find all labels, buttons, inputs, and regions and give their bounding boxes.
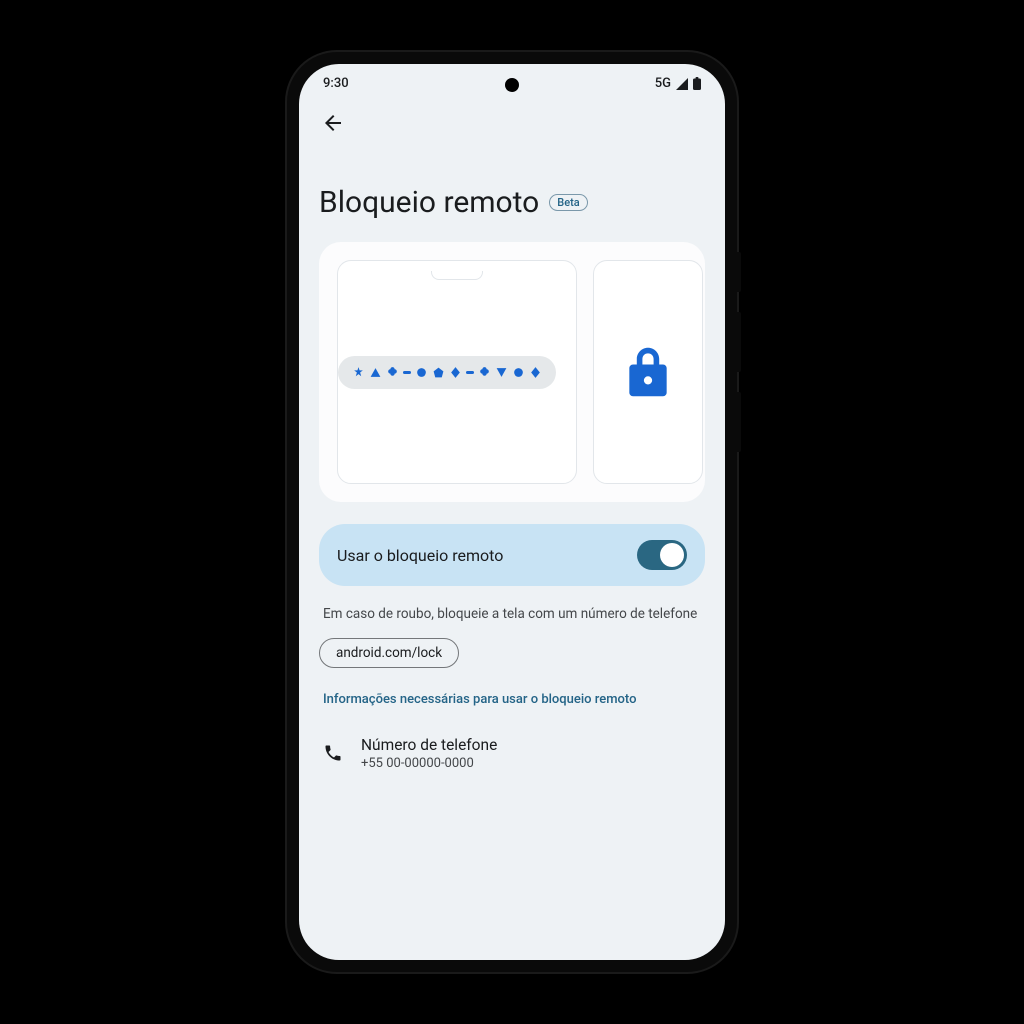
lock-illustration [593,260,703,484]
phone-number-value: +55 00-00000-0000 [361,756,497,771]
toggle-label: Usar o bloqueio remoto [337,546,503,565]
camera-cutout [505,78,519,92]
asterisk-icon [352,366,365,379]
description-text: Em caso de roubo, bloqueie a tela com um… [319,604,705,624]
clover-icon [386,366,399,379]
page-title: Bloqueio remoto [319,185,539,220]
phone-frame: 9:30 5G Bloqueio remoto Beta [287,52,737,972]
signal-icon [675,78,689,90]
triangle-down-icon [495,366,508,379]
clover-icon [478,366,491,379]
phone-side-buttons [737,252,741,472]
info-requirements-link[interactable]: Informações necessárias para usar o bloq… [319,690,705,710]
triangle-icon [369,366,382,379]
switch-thumb [660,543,684,567]
screen: 9:30 5G Bloqueio remoto Beta [299,64,725,960]
passcode-chip [338,356,556,389]
toggle-switch[interactable] [637,540,687,570]
phone-number-title: Número de telefone [361,736,497,754]
diamond-icon [529,366,542,379]
dash-icon [466,371,474,374]
passcode-illustration [337,260,577,484]
beta-badge: Beta [549,194,587,211]
back-button[interactable] [321,111,345,135]
lock-icon [625,344,671,400]
pentagon-icon [432,366,445,379]
circle-icon [512,366,525,379]
lock-url-chip[interactable]: android.com/lock [319,638,459,668]
battery-icon [693,77,701,90]
status-network-label: 5G [655,76,671,91]
status-time: 9:30 [323,76,349,91]
use-remote-lock-toggle-row[interactable]: Usar o bloqueio remoto [319,524,705,586]
circle-icon [415,366,428,379]
dash-icon [403,371,411,374]
phone-number-row[interactable]: Número de telefone +55 00-00000-0000 [319,736,705,771]
phone-icon [323,743,343,763]
diamond-icon [449,366,462,379]
hero-illustration [319,242,705,502]
